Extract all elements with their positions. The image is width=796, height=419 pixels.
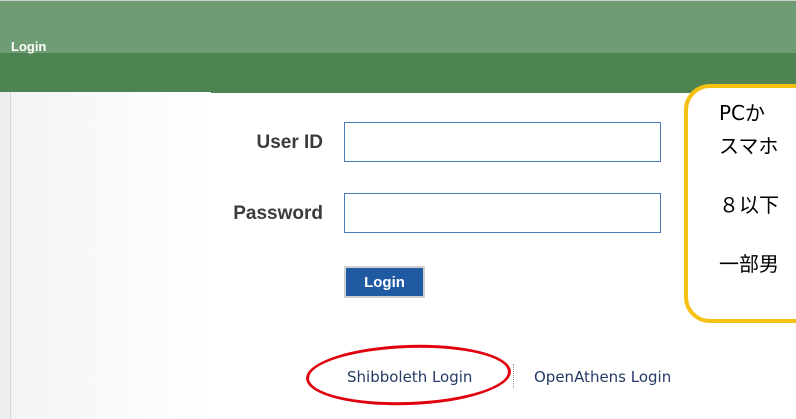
link-separator bbox=[513, 364, 514, 388]
callout-line-1: PCか bbox=[719, 101, 766, 125]
userid-input[interactable] bbox=[344, 122, 661, 162]
login-header: Login bbox=[0, 0, 796, 93]
password-input[interactable] bbox=[344, 193, 661, 233]
highlight-oval bbox=[305, 341, 512, 409]
left-border bbox=[0, 92, 11, 419]
login-page: Login User ID Password Login Shibboleth … bbox=[0, 0, 796, 419]
header-stripe bbox=[0, 53, 796, 93]
login-button[interactable]: Login bbox=[344, 266, 425, 298]
userid-label: User ID bbox=[256, 132, 323, 153]
callout-line-4: 一部男 bbox=[719, 252, 779, 276]
page-title: Login bbox=[11, 39, 47, 54]
openathens-login-link[interactable]: OpenAthens Login bbox=[534, 368, 671, 386]
callout-line-3: ８以下 bbox=[719, 193, 779, 217]
password-label: Password bbox=[233, 203, 323, 224]
callout-line-2: スマホ bbox=[719, 134, 779, 158]
